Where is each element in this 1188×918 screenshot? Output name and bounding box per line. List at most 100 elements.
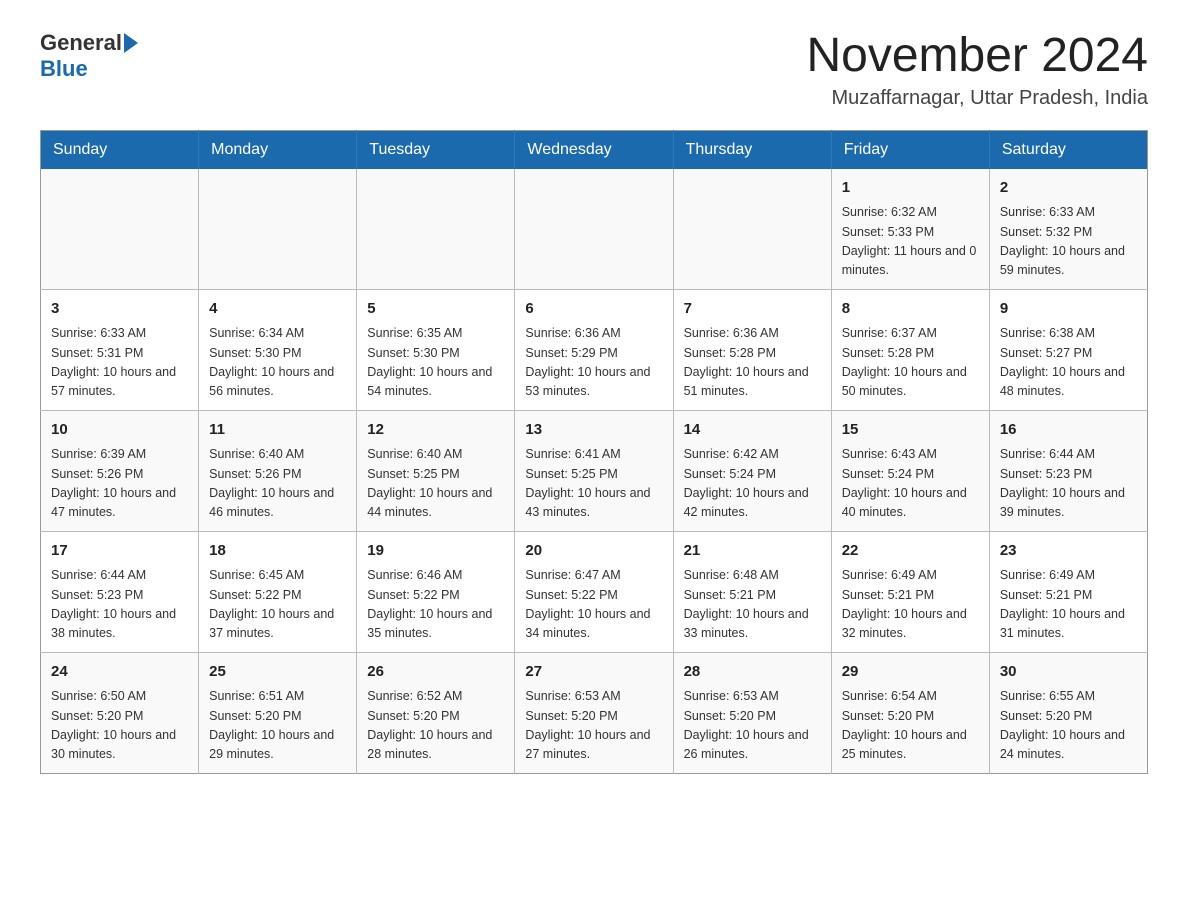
day-info: Sunrise: 6:33 AM Sunset: 5:32 PM Dayligh…	[1000, 203, 1137, 281]
day-number: 23	[1000, 540, 1137, 563]
day-info: Sunrise: 6:47 AM Sunset: 5:22 PM Dayligh…	[525, 566, 662, 644]
day-info: Sunrise: 6:54 AM Sunset: 5:20 PM Dayligh…	[842, 687, 979, 765]
calendar-cell: 25 Sunrise: 6:51 AM Sunset: 5:20 PM Dayli…	[199, 652, 357, 773]
day-info: Sunrise: 6:32 AM Sunset: 5:33 PM Dayligh…	[842, 203, 979, 281]
month-year-title: November 2024	[806, 30, 1148, 83]
logo: General Blue	[40, 30, 138, 82]
calendar-cell	[515, 169, 673, 290]
weekday-header-saturday: Saturday	[989, 130, 1147, 169]
day-info: Sunrise: 6:53 AM Sunset: 5:20 PM Dayligh…	[525, 687, 662, 765]
day-info: Sunrise: 6:35 AM Sunset: 5:30 PM Dayligh…	[367, 324, 504, 402]
calendar-cell: 14 Sunrise: 6:42 AM Sunset: 5:24 PM Dayli…	[673, 410, 831, 531]
calendar-cell: 15 Sunrise: 6:43 AM Sunset: 5:24 PM Dayli…	[831, 410, 989, 531]
calendar-cell: 5 Sunrise: 6:35 AM Sunset: 5:30 PM Daylig…	[357, 289, 515, 410]
calendar-cell: 28 Sunrise: 6:53 AM Sunset: 5:20 PM Dayli…	[673, 652, 831, 773]
day-info: Sunrise: 6:55 AM Sunset: 5:20 PM Dayligh…	[1000, 687, 1137, 765]
day-number: 1	[842, 177, 979, 200]
weekday-header-thursday: Thursday	[673, 130, 831, 169]
day-number: 7	[684, 298, 821, 321]
day-number: 3	[51, 298, 188, 321]
calendar-cell: 18Sunrise: 6:45 AM Sunset: 5:22 PM Dayli…	[199, 531, 357, 652]
calendar-cell: 16 Sunrise: 6:44 AM Sunset: 5:23 PM Dayli…	[989, 410, 1147, 531]
title-area: November 2024 Muzaffarnagar, Uttar Prade…	[806, 30, 1148, 110]
day-info: Sunrise: 6:38 AM Sunset: 5:27 PM Dayligh…	[1000, 324, 1137, 402]
day-info: Sunrise: 6:51 AM Sunset: 5:20 PM Dayligh…	[209, 687, 346, 765]
page-header: General Blue November 2024 Muzaffarnagar…	[40, 30, 1148, 110]
day-number: 12	[367, 419, 504, 442]
day-info: Sunrise: 6:48 AM Sunset: 5:21 PM Dayligh…	[684, 566, 821, 644]
calendar-cell: 19Sunrise: 6:46 AM Sunset: 5:22 PM Dayli…	[357, 531, 515, 652]
day-number: 20	[525, 540, 662, 563]
day-info: Sunrise: 6:40 AM Sunset: 5:25 PM Dayligh…	[367, 445, 504, 523]
calendar-cell: 11Sunrise: 6:40 AM Sunset: 5:26 PM Dayli…	[199, 410, 357, 531]
calendar-week-row: 3Sunrise: 6:33 AM Sunset: 5:31 PM Daylig…	[41, 289, 1148, 410]
day-number: 27	[525, 661, 662, 684]
day-number: 17	[51, 540, 188, 563]
calendar-cell: 26 Sunrise: 6:52 AM Sunset: 5:20 PM Dayli…	[357, 652, 515, 773]
calendar-cell: 30 Sunrise: 6:55 AM Sunset: 5:20 PM Dayli…	[989, 652, 1147, 773]
logo-blue: Blue	[40, 56, 138, 82]
day-number: 9	[1000, 298, 1137, 321]
day-number: 29	[842, 661, 979, 684]
day-number: 16	[1000, 419, 1137, 442]
day-info: Sunrise: 6:44 AM Sunset: 5:23 PM Dayligh…	[51, 566, 188, 644]
day-number: 26	[367, 661, 504, 684]
calendar-cell: 29 Sunrise: 6:54 AM Sunset: 5:20 PM Dayli…	[831, 652, 989, 773]
calendar-cell: 9 Sunrise: 6:38 AM Sunset: 5:27 PM Daylig…	[989, 289, 1147, 410]
calendar-cell: 12 Sunrise: 6:40 AM Sunset: 5:25 PM Dayli…	[357, 410, 515, 531]
day-number: 8	[842, 298, 979, 321]
day-number: 4	[209, 298, 346, 321]
day-info: Sunrise: 6:44 AM Sunset: 5:23 PM Dayligh…	[1000, 445, 1137, 523]
calendar-week-row: 17 Sunrise: 6:44 AM Sunset: 5:23 PM Dayli…	[41, 531, 1148, 652]
day-info: Sunrise: 6:34 AM Sunset: 5:30 PM Dayligh…	[209, 324, 346, 402]
day-info: Sunrise: 6:50 AM Sunset: 5:20 PM Dayligh…	[51, 687, 188, 765]
calendar-cell: 17 Sunrise: 6:44 AM Sunset: 5:23 PM Dayli…	[41, 531, 199, 652]
calendar-cell: 20 Sunrise: 6:47 AM Sunset: 5:22 PM Dayli…	[515, 531, 673, 652]
day-number: 10	[51, 419, 188, 442]
calendar-cell	[357, 169, 515, 290]
calendar-cell: 23Sunrise: 6:49 AM Sunset: 5:21 PM Dayli…	[989, 531, 1147, 652]
calendar-cell: 27 Sunrise: 6:53 AM Sunset: 5:20 PM Dayli…	[515, 652, 673, 773]
calendar-week-row: 24 Sunrise: 6:50 AM Sunset: 5:20 PM Dayli…	[41, 652, 1148, 773]
calendar-cell: 2Sunrise: 6:33 AM Sunset: 5:32 PM Daylig…	[989, 169, 1147, 290]
day-number: 5	[367, 298, 504, 321]
day-number: 13	[525, 419, 662, 442]
day-info: Sunrise: 6:43 AM Sunset: 5:24 PM Dayligh…	[842, 445, 979, 523]
day-number: 28	[684, 661, 821, 684]
logo-triangle-icon	[124, 33, 138, 53]
day-info: Sunrise: 6:52 AM Sunset: 5:20 PM Dayligh…	[367, 687, 504, 765]
calendar-cell: 21 Sunrise: 6:48 AM Sunset: 5:21 PM Dayli…	[673, 531, 831, 652]
calendar-cell: 8 Sunrise: 6:37 AM Sunset: 5:28 PM Daylig…	[831, 289, 989, 410]
day-info: Sunrise: 6:36 AM Sunset: 5:29 PM Dayligh…	[525, 324, 662, 402]
weekday-header-sunday: Sunday	[41, 130, 199, 169]
day-number: 15	[842, 419, 979, 442]
day-info: Sunrise: 6:49 AM Sunset: 5:21 PM Dayligh…	[842, 566, 979, 644]
day-info: Sunrise: 6:39 AM Sunset: 5:26 PM Dayligh…	[51, 445, 188, 523]
day-number: 21	[684, 540, 821, 563]
calendar-cell: 13Sunrise: 6:41 AM Sunset: 5:25 PM Dayli…	[515, 410, 673, 531]
day-number: 14	[684, 419, 821, 442]
weekday-header-friday: Friday	[831, 130, 989, 169]
calendar-cell: 7Sunrise: 6:36 AM Sunset: 5:28 PM Daylig…	[673, 289, 831, 410]
day-info: Sunrise: 6:45 AM Sunset: 5:22 PM Dayligh…	[209, 566, 346, 644]
calendar-cell: 22Sunrise: 6:49 AM Sunset: 5:21 PM Dayli…	[831, 531, 989, 652]
day-info: Sunrise: 6:40 AM Sunset: 5:26 PM Dayligh…	[209, 445, 346, 523]
day-info: Sunrise: 6:37 AM Sunset: 5:28 PM Dayligh…	[842, 324, 979, 402]
calendar-cell: 3Sunrise: 6:33 AM Sunset: 5:31 PM Daylig…	[41, 289, 199, 410]
calendar-cell	[41, 169, 199, 290]
calendar-cell: 10 Sunrise: 6:39 AM Sunset: 5:26 PM Dayli…	[41, 410, 199, 531]
day-info: Sunrise: 6:46 AM Sunset: 5:22 PM Dayligh…	[367, 566, 504, 644]
day-number: 25	[209, 661, 346, 684]
calendar-week-row: 1 Sunrise: 6:32 AM Sunset: 5:33 PM Daylig…	[41, 169, 1148, 290]
calendar-cell: 24 Sunrise: 6:50 AM Sunset: 5:20 PM Dayli…	[41, 652, 199, 773]
calendar-cell: 4 Sunrise: 6:34 AM Sunset: 5:30 PM Daylig…	[199, 289, 357, 410]
weekday-header-wednesday: Wednesday	[515, 130, 673, 169]
day-number: 24	[51, 661, 188, 684]
day-info: Sunrise: 6:53 AM Sunset: 5:20 PM Dayligh…	[684, 687, 821, 765]
calendar-cell	[673, 169, 831, 290]
day-number: 30	[1000, 661, 1137, 684]
weekday-header-tuesday: Tuesday	[357, 130, 515, 169]
logo-general: General	[40, 30, 122, 56]
day-info: Sunrise: 6:42 AM Sunset: 5:24 PM Dayligh…	[684, 445, 821, 523]
calendar-table: SundayMondayTuesdayWednesdayThursdayFrid…	[40, 130, 1148, 774]
